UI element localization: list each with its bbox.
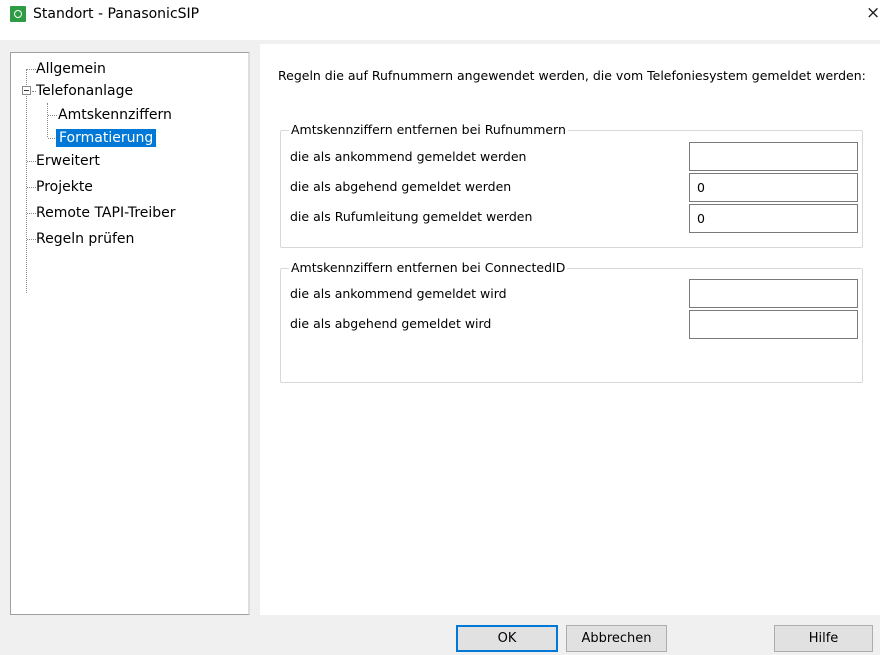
group-rufnummern: Amtskennziffern entfernen bei Rufnummern… [280, 122, 863, 248]
tree-line [47, 103, 48, 137]
settings-panel: Regeln die auf Rufnummern angewendet wer… [260, 44, 880, 615]
tree-item-amtskennziffern[interactable]: Amtskennziffern [56, 104, 174, 126]
row-label: die als abgehend gemeldet werden [290, 179, 512, 194]
help-button[interactable]: Hilfe [774, 625, 873, 652]
group-title: Amtskennziffern entfernen bei Rufnummern [289, 122, 568, 138]
connectedid-incoming-input[interactable] [689, 279, 858, 308]
close-icon[interactable]: × [866, 2, 880, 24]
connectedid-outgoing-input[interactable] [689, 310, 858, 339]
navigation-tree[interactable]: Allgemein Telefonanlage Amtskennziffern … [10, 52, 250, 615]
row-label: die als Rufumleitung gemeldet werden [290, 209, 533, 224]
tree-item-label: Allgemein [36, 61, 106, 77]
tree-item-label: Regeln prüfen [36, 231, 135, 247]
group-connectedid: Amtskennziffern entfernen bei ConnectedI… [280, 260, 863, 383]
group-title: Amtskennziffern entfernen bei ConnectedI… [289, 260, 568, 276]
tree-line [26, 69, 27, 293]
tree-item-label: Formatierung [56, 129, 157, 147]
title-bar: Standort - PanasonicSIP × [0, 0, 880, 40]
collapse-icon[interactable] [22, 86, 31, 95]
tree-item-erweitert[interactable]: Erweitert [34, 150, 102, 172]
tree-item-label: Telefonanlage [36, 83, 134, 99]
row-label: die als ankommend gemeldet wird [290, 286, 507, 301]
tree-item-label: Projekte [36, 179, 93, 195]
outgoing-prefix-input[interactable] [689, 173, 858, 202]
tree-item-telefonanlage[interactable]: Telefonanlage [34, 80, 135, 102]
ok-button[interactable]: OK [456, 625, 558, 652]
tree-item-label: Amtskennziffern [58, 107, 172, 123]
tree-item-regeln-pruefen[interactable]: Regeln prüfen [34, 228, 136, 250]
forwarding-prefix-input[interactable] [689, 204, 858, 233]
row-label: die als ankommend gemeldet werden [290, 149, 527, 164]
row-label: die als abgehend gemeldet wird [290, 316, 492, 331]
app-icon [10, 6, 26, 22]
incoming-prefix-input[interactable] [689, 142, 858, 171]
tree-item-label: Erweitert [36, 153, 100, 169]
tree-item-projekte[interactable]: Projekte [34, 176, 95, 198]
tree-item-remote-tapi-treiber[interactable]: Remote TAPI-Treiber [34, 202, 178, 224]
tree-item-formatierung[interactable]: Formatierung [56, 127, 157, 149]
tree-item-allgemein[interactable]: Allgemein [34, 58, 108, 80]
window-title: Standort - PanasonicSIP [33, 6, 200, 22]
cancel-button[interactable]: Abbrechen [566, 625, 667, 652]
tree-item-label: Remote TAPI-Treiber [36, 205, 176, 221]
intro-text: Regeln die auf Rufnummern angewendet wer… [278, 68, 866, 83]
